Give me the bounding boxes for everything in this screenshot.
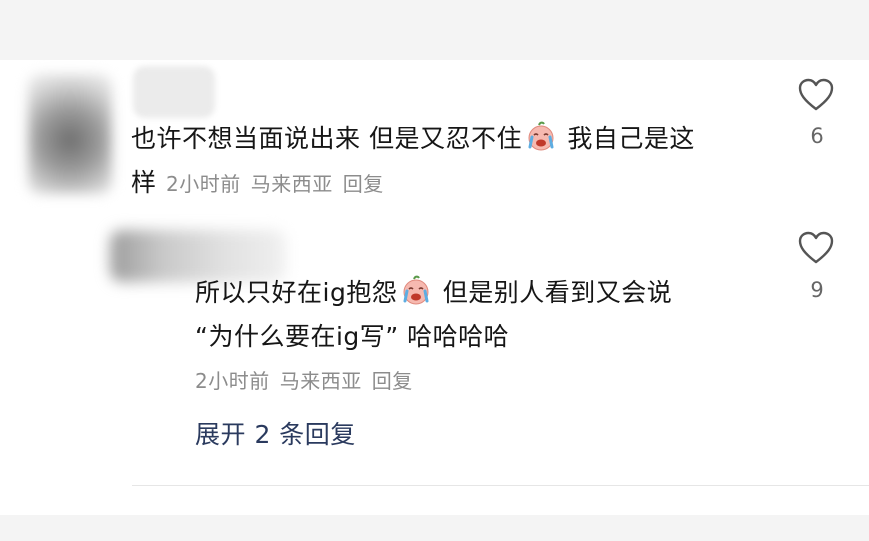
reply-text: 所以只好在ig抱怨 但是别人看到又会说: [195, 271, 672, 315]
comment-time: 2小时前: [166, 172, 241, 196]
comment-section: 也许不想当面说出来 但是又忍不住 我自己是这 样 2小时前马来西亚回复 6: [0, 0, 869, 541]
comment-text: 也许不想当面说出来 但是又忍不住 我自己是这: [131, 117, 695, 161]
like-count: 6: [810, 124, 824, 148]
expand-replies-link[interactable]: 展开 2 条回复: [195, 418, 356, 452]
divider: [132, 485, 869, 486]
reply-time: 2小时前: [195, 369, 270, 393]
reply-text-line2: “为什么要在ig写” 哈哈哈哈: [195, 322, 510, 351]
reply-button[interactable]: 回复: [343, 172, 384, 196]
username-blurred[interactable]: [133, 66, 215, 118]
reply-button[interactable]: 回复: [372, 369, 413, 393]
avatar-blurred[interactable]: [28, 74, 112, 194]
reply-like-count: 9: [810, 278, 824, 302]
like-heart-icon[interactable]: [798, 231, 834, 265]
comment-text-line2: 样: [131, 168, 157, 197]
comment-location: 马来西亚: [250, 172, 333, 196]
comment-meta: 2小时前 马来西亚 回复: [166, 170, 384, 198]
reply-meta: 2小时前 马来西亚 回复: [195, 367, 413, 395]
reply-location: 马来西亚: [279, 369, 362, 393]
comment-card: 也许不想当面说出来 但是又忍不住 我自己是这 样 2小时前马来西亚回复 6: [0, 60, 869, 515]
crying-face-emoji-icon: [526, 121, 556, 151]
like-heart-icon[interactable]: [798, 78, 834, 112]
crying-face-emoji-icon: [401, 275, 431, 305]
